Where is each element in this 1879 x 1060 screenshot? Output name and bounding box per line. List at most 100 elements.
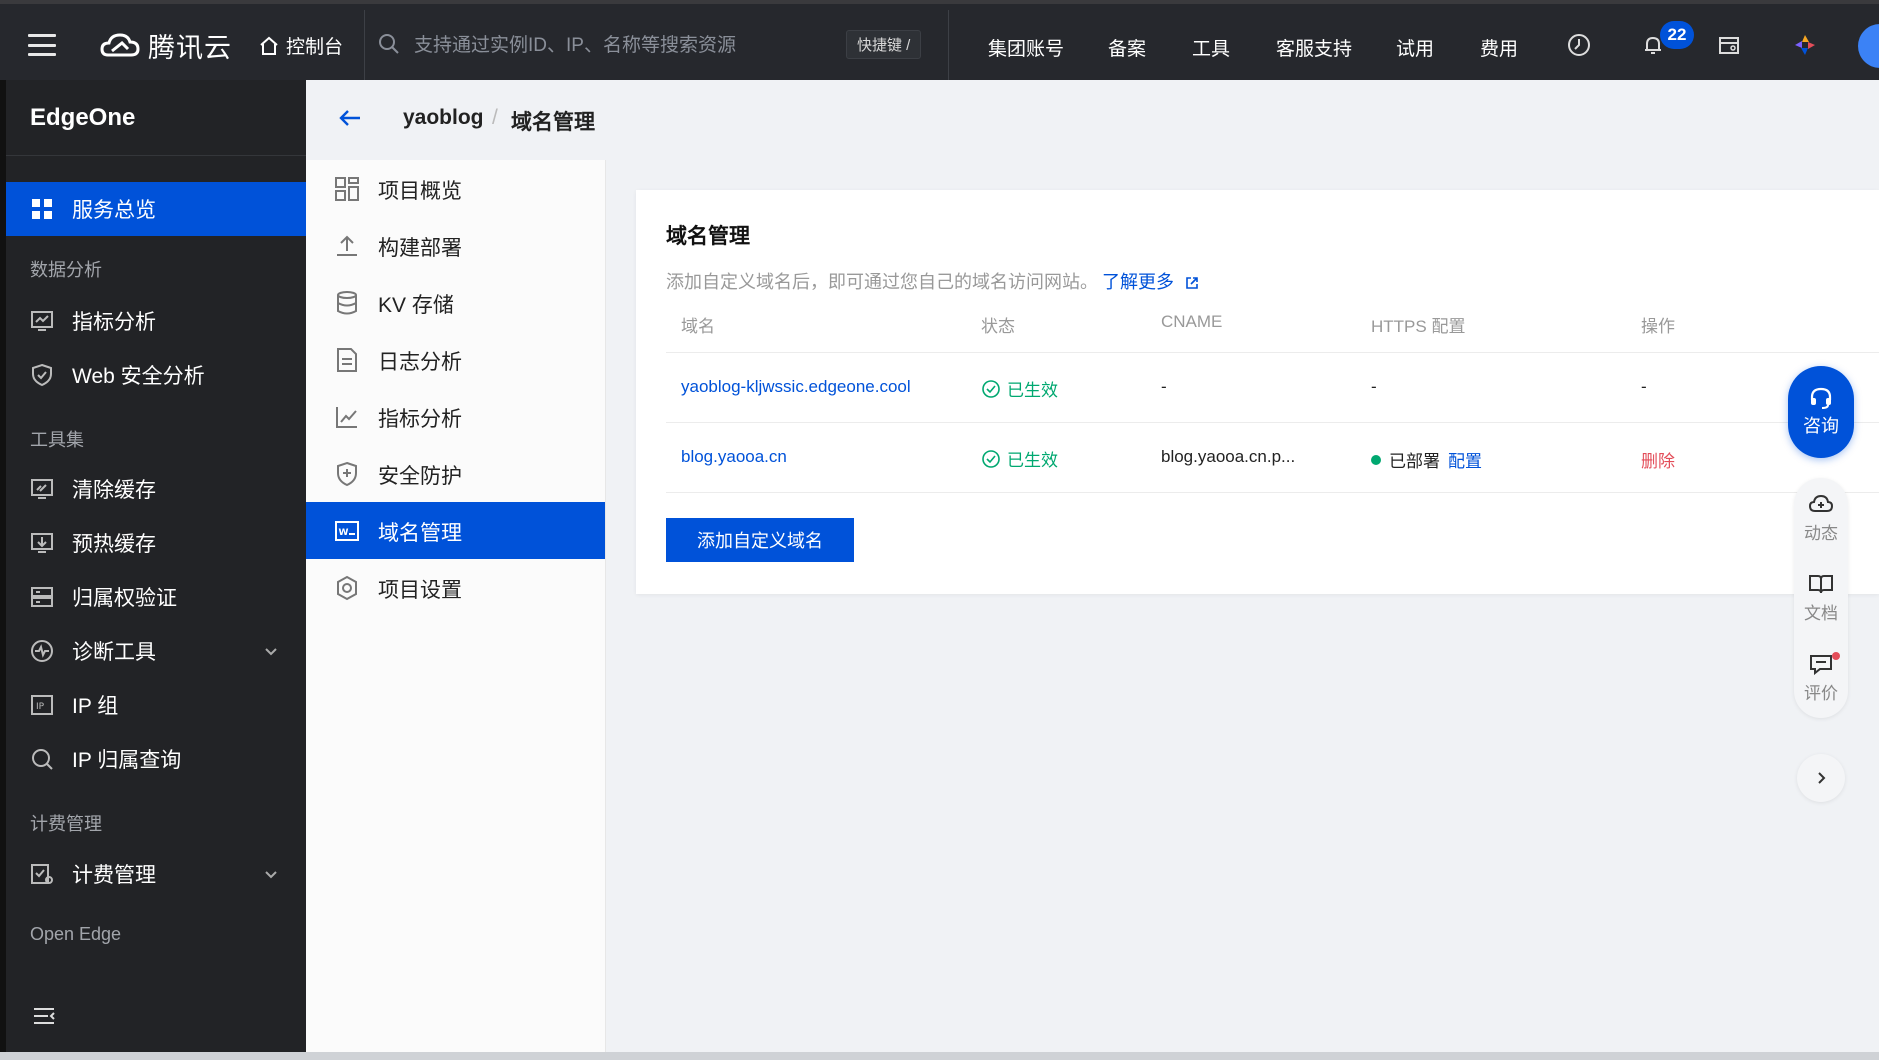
sidebar-item-ip-group[interactable]: IP IP 组 bbox=[6, 678, 306, 732]
description-text: 添加自定义域名后，即可通过您自己的域名访问网站。 bbox=[666, 272, 1098, 292]
status-text: 已生效 bbox=[1007, 451, 1058, 470]
https-value: - bbox=[1371, 377, 1377, 396]
brand-name: 腾讯云 bbox=[148, 33, 232, 63]
sidebar-item-diagnose[interactable]: 诊断工具 bbox=[6, 624, 306, 678]
brand-logo[interactable]: 腾讯云 bbox=[100, 26, 232, 65]
domain-link[interactable]: yaoblog-kljwssic.edgeone.cool bbox=[681, 377, 911, 397]
svg-text:IP: IP bbox=[36, 702, 45, 712]
console-link[interactable]: 控制台 bbox=[258, 32, 343, 59]
avatar[interactable] bbox=[1858, 24, 1879, 68]
sidebar-item-web-security[interactable]: Web 安全分析 bbox=[6, 348, 306, 402]
shortcut-hint: 快捷键 / bbox=[846, 30, 922, 59]
top-navigation-bar: 腾讯云 控制台 支持通过实例ID、IP、名称等搜索资源 快捷键 / 集团账号 备… bbox=[0, 0, 1879, 84]
subnav-label: 构建部署 bbox=[378, 237, 462, 260]
sidebar-item-overview[interactable]: 服务总览 bbox=[6, 182, 306, 236]
action-value: - bbox=[1641, 377, 1647, 396]
chevron-right-icon bbox=[1818, 772, 1826, 784]
check-circle-icon bbox=[982, 379, 1000, 398]
sidebar-item-label: 归属权验证 bbox=[72, 587, 177, 610]
sidebar-group-billing: 计费管理 bbox=[30, 814, 102, 834]
subnav-item-overview[interactable]: 项目概览 bbox=[306, 160, 605, 217]
subnav-item-security[interactable]: 安全防护 bbox=[306, 445, 605, 502]
card-title: 域名管理 bbox=[666, 225, 750, 248]
service-sidebar: EdgeOne 服务总览 数据分析 指标分析 Web 安全分析 工具集 清除缓存… bbox=[0, 80, 306, 1055]
subnav-item-metrics[interactable]: 指标分析 bbox=[306, 388, 605, 445]
cloud-logo-icon bbox=[100, 32, 140, 56]
calendar-icon[interactable] bbox=[1714, 30, 1744, 60]
tool-docs[interactable]: 文档 bbox=[1794, 562, 1848, 634]
subnav-item-project-settings[interactable]: 项目设置 bbox=[306, 559, 605, 616]
column-header-status: 状态 bbox=[981, 317, 1015, 336]
subnav-label: 域名管理 bbox=[378, 522, 462, 545]
column-header-https: HTTPS 配置 bbox=[1371, 317, 1466, 336]
https-deployed-text: 已部署 bbox=[1389, 452, 1440, 471]
sidebar-item-metrics[interactable]: 指标分析 bbox=[6, 294, 306, 348]
learn-more-link[interactable]: 了解更多 bbox=[1102, 272, 1174, 292]
tool-updates[interactable]: 动态 bbox=[1794, 482, 1848, 554]
expand-tools-button[interactable] bbox=[1797, 754, 1845, 802]
sidebar-group-tools: 工具集 bbox=[30, 430, 84, 450]
chart-line-icon bbox=[336, 407, 357, 428]
nav-trial[interactable]: 试用 bbox=[1396, 34, 1434, 61]
sidebar-item-prefetch-cache[interactable]: 预热缓存 bbox=[6, 516, 306, 570]
menu-icon[interactable] bbox=[28, 34, 56, 56]
subnav-label: 安全防护 bbox=[378, 465, 462, 488]
status-dot bbox=[1371, 454, 1381, 465]
divider bbox=[6, 155, 306, 156]
sidebar-item-label: 计费管理 bbox=[72, 864, 156, 887]
verify-icon bbox=[31, 587, 53, 607]
sidebar-item-ownership-verify[interactable]: 归属权验证 bbox=[6, 570, 306, 624]
shield-icon bbox=[32, 363, 52, 387]
https-config-link[interactable]: 配置 bbox=[1448, 447, 1482, 472]
delete-link[interactable]: 删除 bbox=[1641, 447, 1675, 472]
search-icon bbox=[379, 33, 399, 54]
subnav-item-build-deploy[interactable]: 构建部署 bbox=[306, 217, 605, 274]
back-arrow-icon[interactable] bbox=[336, 106, 364, 130]
cname-value: blog.yaooa.cn.p... bbox=[1161, 447, 1296, 466]
card-description: 添加自定义域名后，即可通过您自己的域名访问网站。 了解更多 bbox=[666, 268, 1199, 294]
www-icon: W bbox=[335, 521, 359, 541]
external-link-icon[interactable] bbox=[1185, 276, 1199, 290]
breadcrumb: yaoblog / 域名管理 bbox=[306, 80, 1879, 160]
chevron-down-icon bbox=[265, 648, 277, 656]
column-header-cname: CNAME bbox=[1161, 312, 1223, 331]
svg-text:W: W bbox=[339, 528, 349, 538]
subnav-label: 项目概览 bbox=[378, 180, 462, 203]
nav-filing[interactable]: 备案 bbox=[1108, 34, 1146, 61]
domain-link[interactable]: blog.yaooa.cn bbox=[681, 447, 787, 467]
log-icon bbox=[337, 348, 357, 372]
notification-badge: 22 bbox=[1660, 21, 1694, 49]
nav-billing[interactable]: 费用 bbox=[1480, 34, 1518, 61]
sidebar-item-billing[interactable]: 计费管理 bbox=[6, 847, 306, 901]
breadcrumb-separator: / bbox=[492, 106, 498, 129]
nav-tools[interactable]: 工具 bbox=[1192, 34, 1230, 61]
database-icon bbox=[337, 291, 357, 315]
consult-label: 咨询 bbox=[1803, 416, 1839, 436]
sidebar-item-ip-lookup[interactable]: IP 归属查询 bbox=[6, 732, 306, 786]
nav-group-account[interactable]: 集团账号 bbox=[988, 34, 1064, 61]
history-icon[interactable] bbox=[1564, 30, 1594, 60]
subnav-label: 项目设置 bbox=[378, 579, 462, 602]
add-custom-domain-button[interactable]: 添加自定义域名 bbox=[666, 518, 854, 562]
nav-support[interactable]: 客服支持 bbox=[1276, 34, 1352, 61]
subnav-item-domain-management[interactable]: W 域名管理 bbox=[306, 502, 605, 559]
sidebar-item-label: IP 组 bbox=[72, 695, 119, 718]
status-text: 已生效 bbox=[1007, 381, 1058, 400]
horizontal-scrollbar[interactable] bbox=[0, 1052, 1879, 1060]
app-icon[interactable] bbox=[1790, 30, 1820, 60]
consult-button[interactable]: 咨询 bbox=[1788, 366, 1854, 458]
subnav-label: KV 存储 bbox=[378, 294, 454, 317]
global-search[interactable]: 支持通过实例ID、IP、名称等搜索资源 bbox=[378, 30, 736, 57]
sidebar-item-label: 预热缓存 bbox=[72, 533, 156, 556]
float-tools-panel: 动态 文档 评价 bbox=[1794, 478, 1848, 718]
divider bbox=[666, 492, 1879, 493]
subnav-item-log-analysis[interactable]: 日志分析 bbox=[306, 331, 605, 388]
breadcrumb-project[interactable]: yaoblog bbox=[403, 106, 484, 130]
tool-feedback[interactable]: 评价 bbox=[1794, 642, 1848, 714]
settings-icon bbox=[337, 575, 357, 601]
subnav-item-kv-storage[interactable]: KV 存储 bbox=[306, 274, 605, 331]
collapse-sidebar-icon[interactable] bbox=[32, 1006, 56, 1026]
status-badge: 已生效 bbox=[981, 376, 1058, 401]
sidebar-item-purge-cache[interactable]: 清除缓存 bbox=[6, 462, 306, 516]
cloud-icon bbox=[1808, 494, 1834, 512]
